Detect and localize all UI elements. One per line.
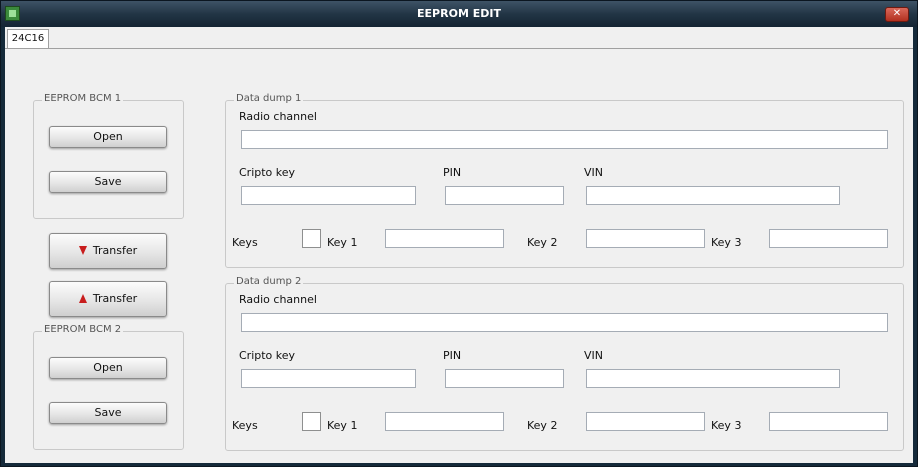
app-window: EEPROM EDIT ✕ 24C16 EEPROM BCM 1 Open Sa… (0, 0, 918, 467)
eeprom-bcm1-group: EEPROM BCM 1 (33, 93, 184, 219)
data-dump1-legend: Data dump 1 (234, 93, 304, 104)
transfer-down-button[interactable]: Transfer (49, 233, 167, 269)
transfer-up-label: Transfer (92, 292, 138, 305)
dump2-cripto-field[interactable] (241, 369, 416, 388)
bcm2-open-button[interactable]: Open (49, 357, 167, 379)
dump2-keys-label: Keys (232, 419, 258, 432)
dump1-keys-checkbox[interactable] (302, 229, 321, 248)
dump1-vin-label: VIN (584, 166, 603, 179)
title-bar[interactable]: EEPROM EDIT ✕ (1, 1, 917, 27)
eeprom-bcm2-group: EEPROM BCM 2 (33, 324, 184, 450)
bcm1-save-button[interactable]: Save (49, 171, 167, 193)
dump2-key1-field[interactable] (385, 412, 504, 431)
dump2-key2-field[interactable] (586, 412, 705, 431)
dump2-pin-field[interactable] (445, 369, 564, 388)
dump2-radio-field[interactable] (241, 313, 888, 332)
dump1-pin-label: PIN (443, 166, 462, 179)
dump1-key1-field[interactable] (385, 229, 504, 248)
dump1-key1-label: Key 1 (327, 236, 358, 249)
dump1-key2-field[interactable] (586, 229, 705, 248)
dump1-radio-label: Radio channel (239, 110, 317, 123)
bcm1-open-button[interactable]: Open (49, 126, 167, 148)
dump1-pin-field[interactable] (445, 186, 564, 205)
dump2-key3-label: Key 3 (711, 419, 742, 432)
arrow-up-icon (78, 293, 87, 303)
data-dump2-legend: Data dump 2 (234, 276, 304, 287)
dump2-keys-checkbox[interactable] (302, 412, 321, 431)
client-area: 24C16 EEPROM BCM 1 Open Save Transfer Tr… (5, 27, 913, 463)
eeprom-bcm2-legend: EEPROM BCM 2 (42, 324, 124, 335)
window-title: EEPROM EDIT (417, 7, 501, 20)
dump1-radio-field[interactable] (241, 130, 888, 149)
arrow-down-icon (78, 245, 87, 255)
dump2-vin-label: VIN (584, 349, 603, 362)
dump2-key3-field[interactable] (769, 412, 888, 431)
dump1-vin-field[interactable] (586, 186, 840, 205)
dump2-pin-label: PIN (443, 349, 462, 362)
dump1-key2-label: Key 2 (527, 236, 558, 249)
dump1-cripto-label: Cripto key (239, 166, 296, 179)
close-button[interactable]: ✕ (885, 7, 909, 22)
dump1-key3-label: Key 3 (711, 236, 742, 249)
dump1-keys-label: Keys (232, 236, 258, 249)
dump2-radio-label: Radio channel (239, 293, 317, 306)
tab-panel: EEPROM BCM 1 Open Save Transfer Transfer… (5, 49, 913, 463)
dump2-vin-field[interactable] (586, 369, 840, 388)
eeprom-bcm1-legend: EEPROM BCM 1 (42, 93, 124, 104)
dump1-key3-field[interactable] (769, 229, 888, 248)
tab-24c16[interactable]: 24C16 (7, 29, 49, 49)
dump2-cripto-label: Cripto key (239, 349, 296, 362)
transfer-down-label: Transfer (92, 244, 138, 257)
dump1-cripto-field[interactable] (241, 186, 416, 205)
transfer-up-button[interactable]: Transfer (49, 281, 167, 317)
dump2-key2-label: Key 2 (527, 419, 558, 432)
dump2-key1-label: Key 1 (327, 419, 358, 432)
bcm2-save-button[interactable]: Save (49, 402, 167, 424)
